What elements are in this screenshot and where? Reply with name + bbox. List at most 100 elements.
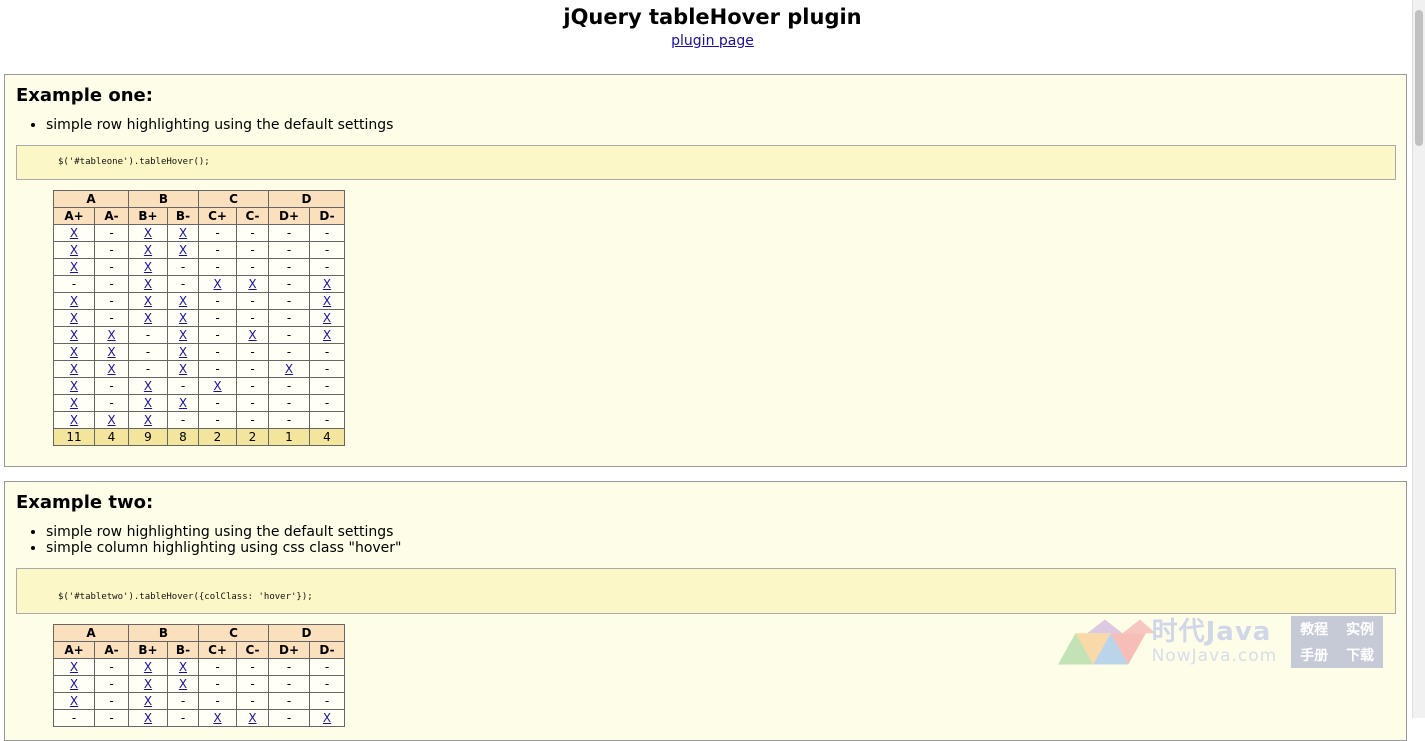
- table-cell: -: [198, 258, 237, 276]
- cell-link[interactable]: X: [144, 243, 152, 257]
- cell-link[interactable]: X: [248, 277, 256, 291]
- cell-link[interactable]: X: [70, 362, 78, 376]
- cell-link[interactable]: X: [144, 396, 152, 410]
- cell-link[interactable]: X: [213, 379, 221, 393]
- example-bullets: simple row highlighting using the defaul…: [46, 524, 401, 556]
- cell-link[interactable]: X: [70, 694, 78, 708]
- table-row[interactable]: X-XX----: [53, 658, 345, 676]
- table-row[interactable]: X-XX----: [53, 224, 345, 242]
- column-header: B-: [167, 641, 199, 659]
- cell-link[interactable]: X: [179, 226, 187, 240]
- table-cell: -: [128, 326, 168, 344]
- table-row[interactable]: X-XX----: [53, 675, 345, 693]
- table-cell: -: [198, 292, 237, 310]
- watermark-cn: 时代Java: [1151, 617, 1272, 647]
- table-row[interactable]: XX-X-X-X: [53, 326, 345, 344]
- total-cell: 8: [167, 428, 199, 446]
- cell-link[interactable]: X: [70, 396, 78, 410]
- vertical-scrollbar[interactable]: [1412, 0, 1425, 718]
- table-cell: -: [198, 394, 237, 412]
- table-row[interactable]: XX-X--X-: [53, 360, 345, 378]
- cell-link[interactable]: X: [213, 711, 221, 725]
- bullet-item: simple column highlighting using css cla…: [46, 540, 401, 556]
- table-cell: X: [53, 394, 95, 412]
- table-row[interactable]: --X-XX-X: [53, 275, 345, 293]
- cell-link[interactable]: X: [70, 328, 78, 342]
- cell-link[interactable]: X: [144, 677, 152, 691]
- cell-link[interactable]: X: [144, 226, 152, 240]
- total-cell: 4: [94, 428, 129, 446]
- table-cell: -: [309, 692, 345, 710]
- table-cell: -: [94, 309, 129, 327]
- cell-link[interactable]: X: [70, 243, 78, 257]
- cell-link[interactable]: X: [179, 243, 187, 257]
- cell-link[interactable]: X: [179, 345, 187, 359]
- cell-link[interactable]: X: [179, 362, 187, 376]
- cell-link[interactable]: X: [144, 294, 152, 308]
- table-cell: X: [128, 675, 168, 693]
- table-row[interactable]: X-XX----: [53, 241, 345, 259]
- table-row[interactable]: X-XX---X: [53, 309, 345, 327]
- table-cell: X: [309, 275, 345, 293]
- cell-link[interactable]: X: [144, 311, 152, 325]
- cell-link[interactable]: X: [70, 260, 78, 274]
- cell-link[interactable]: X: [323, 711, 331, 725]
- cell-link[interactable]: X: [323, 277, 331, 291]
- table-row[interactable]: X-XX----: [53, 394, 345, 412]
- cell-link[interactable]: X: [179, 311, 187, 325]
- table-row[interactable]: X-X-----: [53, 692, 345, 710]
- table-row[interactable]: X-XX---X: [53, 292, 345, 310]
- cell-link[interactable]: X: [107, 413, 115, 427]
- cell-link[interactable]: X: [144, 694, 152, 708]
- table-row[interactable]: X-X-----: [53, 258, 345, 276]
- cell-link[interactable]: X: [323, 328, 331, 342]
- cell-link[interactable]: X: [179, 396, 187, 410]
- cell-link[interactable]: X: [107, 328, 115, 342]
- cell-link[interactable]: X: [144, 413, 152, 427]
- cell-link[interactable]: X: [179, 660, 187, 674]
- table-cell: -: [309, 360, 345, 378]
- page-header: jQuery tableHover plugin plugin page: [0, 0, 1425, 74]
- table-row[interactable]: X-X-X---: [53, 377, 345, 395]
- column-header: D-: [309, 207, 345, 225]
- table-cell: -: [268, 224, 310, 242]
- subheader-row: A+ A- B+ B- C+ C- D+ D-: [53, 207, 345, 225]
- cell-link[interactable]: X: [323, 294, 331, 308]
- cell-link[interactable]: X: [70, 294, 78, 308]
- cell-link[interactable]: X: [70, 413, 78, 427]
- cell-link[interactable]: X: [107, 362, 115, 376]
- scrollbar-thumb[interactable]: [1415, 10, 1423, 146]
- cell-link[interactable]: X: [213, 277, 221, 291]
- cell-link[interactable]: X: [144, 711, 152, 725]
- cell-link[interactable]: X: [70, 677, 78, 691]
- grade-table: A B C D A+ A- B+ B- C+ C- D+ D- X - X X - - - - X - X X - - - - X - X -…: [53, 624, 345, 727]
- cell-link[interactable]: X: [70, 226, 78, 240]
- cell-link[interactable]: X: [179, 294, 187, 308]
- cell-link[interactable]: X: [144, 660, 152, 674]
- cell-link[interactable]: X: [70, 311, 78, 325]
- table-row[interactable]: XX-X----: [53, 343, 345, 361]
- group-header: C: [198, 190, 269, 208]
- table-row[interactable]: --X-XX-X: [53, 709, 345, 727]
- table-cell: X: [268, 360, 310, 378]
- cell-link[interactable]: X: [70, 345, 78, 359]
- cell-link[interactable]: X: [248, 328, 256, 342]
- cell-link[interactable]: X: [179, 677, 187, 691]
- table-cell: X: [94, 360, 129, 378]
- table-row[interactable]: XXX-----: [53, 411, 345, 429]
- plugin-page-link[interactable]: plugin page: [671, 33, 754, 49]
- cell-link[interactable]: X: [144, 379, 152, 393]
- column-header: A-: [94, 207, 129, 225]
- cell-link[interactable]: X: [248, 711, 256, 725]
- table-cell: X: [167, 309, 199, 327]
- cell-link[interactable]: X: [285, 362, 293, 376]
- cell-link[interactable]: X: [70, 660, 78, 674]
- cell-link[interactable]: X: [144, 260, 152, 274]
- cell-link[interactable]: X: [70, 379, 78, 393]
- table-cell: X: [236, 709, 269, 727]
- table-cell: -: [198, 658, 237, 676]
- cell-link[interactable]: X: [107, 345, 115, 359]
- cell-link[interactable]: X: [179, 328, 187, 342]
- cell-link[interactable]: X: [323, 311, 331, 325]
- cell-link[interactable]: X: [144, 277, 152, 291]
